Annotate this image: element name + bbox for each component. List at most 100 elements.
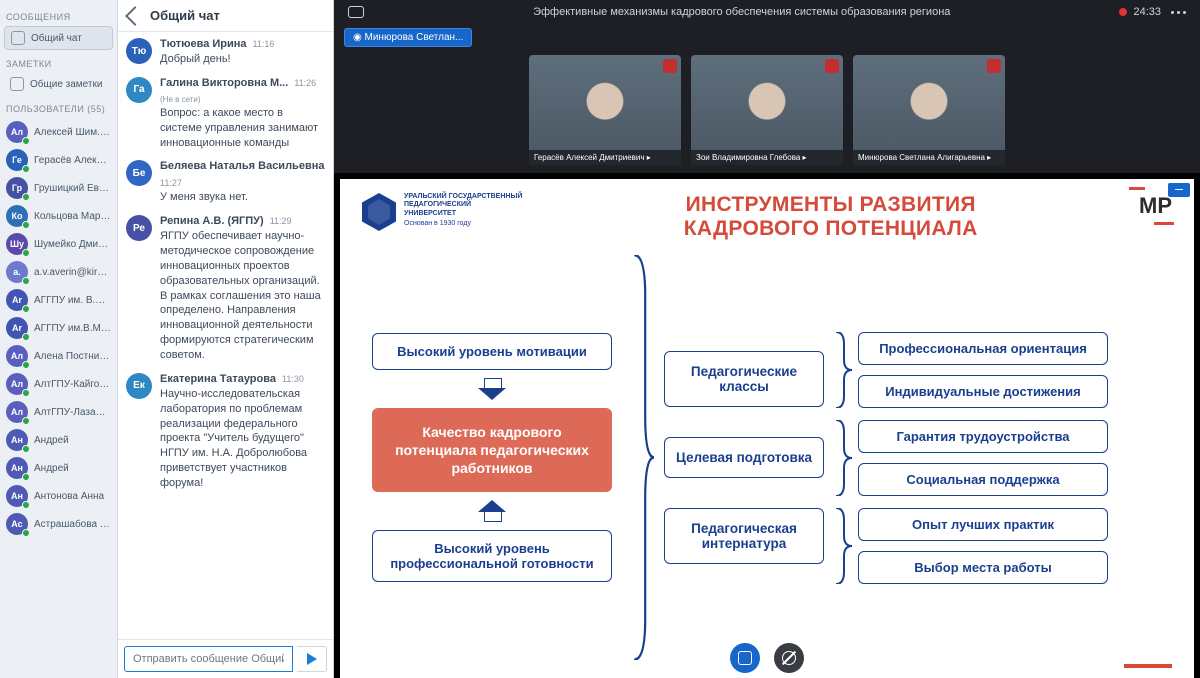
chat-icon bbox=[11, 31, 25, 45]
user-row[interactable]: КоКольцова Мария ... bbox=[4, 202, 113, 230]
user-label: АлтГПУ-Лазаренк... bbox=[34, 407, 111, 418]
participants-icon[interactable] bbox=[348, 6, 364, 18]
user-row[interactable]: АнАнтонова Анна bbox=[4, 482, 113, 510]
more-menu-icon[interactable] bbox=[1171, 11, 1186, 14]
message-author: Беляева Наталья Васильевна bbox=[160, 160, 324, 172]
message-time: 11:29 bbox=[270, 216, 292, 226]
avatar: Тю bbox=[126, 38, 152, 64]
meeting-title: Эффективные механизмы кадрового обеспече… bbox=[364, 6, 1119, 18]
avatar: Ан bbox=[6, 429, 28, 451]
microphone-icon bbox=[738, 651, 752, 665]
user-label: Андрей bbox=[34, 435, 69, 446]
mp-logo: MP bbox=[1139, 193, 1172, 219]
user-row[interactable]: АлАлтГПУ-Кайгород... bbox=[4, 370, 113, 398]
message-author: Галина Викторовна М... bbox=[160, 77, 288, 89]
slide-mid-box: Целевая подготовка bbox=[664, 437, 824, 478]
avatar: Бе bbox=[126, 160, 152, 186]
video-tile[interactable]: Герасёв Алексей Дмитриевич ▸ bbox=[529, 55, 681, 165]
user-row[interactable]: a.a.v.averin@kiro.ru bbox=[4, 258, 113, 286]
message-author: Тютюева Ирина bbox=[160, 38, 247, 50]
meeting-controls bbox=[334, 638, 1200, 678]
message-text: Научно-исследовательская лаборатория по … bbox=[160, 387, 325, 491]
chat-message: ГаГалина Викторовна М...11:26(Нe в сети)… bbox=[126, 77, 325, 151]
microphone-button[interactable] bbox=[730, 643, 760, 673]
rail-heading-notes: ЗАМЕТКИ bbox=[6, 59, 111, 69]
pin-icon[interactable] bbox=[663, 59, 677, 73]
user-row[interactable]: АнАндрей bbox=[4, 454, 113, 482]
recording-indicator: 24:33 bbox=[1119, 6, 1161, 18]
slide-right-box: Гарантия трудоустройства bbox=[858, 420, 1108, 453]
slide-right-box: Выбор места работы bbox=[858, 551, 1108, 584]
avatar: Ан bbox=[6, 485, 28, 507]
brace-icon bbox=[834, 332, 852, 408]
left-nav-rail: СООБЩЕНИЯ Общий чат ЗАМЕТКИ Общие заметк… bbox=[0, 0, 118, 678]
chat-panel: Общий чат ТюТютюева Ирина11:16Добрый ден… bbox=[118, 0, 334, 678]
avatar: Ан bbox=[6, 457, 28, 479]
avatar: Ге bbox=[6, 149, 28, 171]
avatar: Шу bbox=[6, 233, 28, 255]
slide-mid-box: Педагогические классы bbox=[664, 351, 824, 407]
user-row[interactable]: Ал Алена Постникова bbox=[4, 342, 113, 370]
slide-title: ИНСТРУМЕНТЫ РАЗВИТИЯ КАДРОВОГО ПОТЕНЦИАЛ… bbox=[522, 193, 1139, 241]
university-logo-block: Уральский государственный ПЕДАГОГИЧЕСКИЙ… bbox=[362, 193, 522, 231]
avatar: Ал bbox=[6, 401, 28, 423]
rail-item-shared-notes[interactable]: Общие заметки bbox=[4, 73, 113, 95]
message-time: 11:27 bbox=[160, 178, 182, 188]
back-icon[interactable] bbox=[125, 6, 145, 26]
stage-topbar: Эффективные механизмы кадрового обеспече… bbox=[334, 0, 1200, 24]
recording-timer: 24:33 bbox=[1133, 6, 1161, 18]
chat-message: ЕкЕкатерина Татаурова11:30Научно-исследо… bbox=[126, 373, 325, 491]
brace-icon bbox=[834, 420, 852, 496]
meeting-stage: Эффективные механизмы кадрового обеспече… bbox=[334, 0, 1200, 678]
active-speaker-tag[interactable]: ◉ Минюрова Светлан... bbox=[344, 28, 472, 47]
user-label: a.v.averin@kiro.ru bbox=[34, 267, 111, 278]
university-logo-icon bbox=[362, 193, 396, 231]
box-motivation: Высокий уровень мотивации bbox=[372, 333, 612, 370]
avatar: Га bbox=[126, 77, 152, 103]
user-label: Шумейко Дмитри... bbox=[34, 239, 111, 250]
user-label: Алена Постникова bbox=[34, 351, 111, 362]
slide-right-column: Профессиональная ориентация Индивидуальны… bbox=[834, 332, 1108, 584]
user-row[interactable]: ArАГГПУ им. В.М. Ш... bbox=[4, 286, 113, 314]
avatar: Ас bbox=[6, 513, 28, 535]
rail-item-label: Общие заметки bbox=[30, 79, 102, 90]
slide-left-column: Высокий уровень мотивации Качество кадро… bbox=[362, 333, 622, 583]
user-label: Герасёв Алексей ... bbox=[34, 155, 111, 166]
pin-icon[interactable] bbox=[987, 59, 1001, 73]
slide: – Уральский государственный ПЕДАГОГИЧЕСК… bbox=[340, 179, 1194, 678]
user-row[interactable]: Ал Алексей Шим... (Вы) bbox=[4, 118, 113, 146]
chat-input[interactable] bbox=[124, 646, 293, 672]
user-label: Алексей Шим... (Вы) bbox=[34, 127, 111, 138]
message-time: 11:16 bbox=[253, 39, 275, 49]
video-tile[interactable]: Зои Владимировна Глебова ▸ bbox=[691, 55, 843, 165]
slide-right-box: Опыт лучших практик bbox=[858, 508, 1108, 541]
user-row[interactable]: Шу Шумейко Дмитри... bbox=[4, 230, 113, 258]
user-row[interactable]: Ге Герасёв Алексей ... bbox=[4, 146, 113, 174]
box-readiness: Высокий уровень профессиональной готовно… bbox=[372, 530, 612, 582]
chat-input-row bbox=[118, 639, 333, 678]
avatar: Гр bbox=[6, 177, 28, 199]
avatar: Ал bbox=[6, 121, 28, 143]
avatar: Ar bbox=[6, 289, 28, 311]
user-label: АГГПУ им.В.М.Шу... bbox=[34, 323, 111, 334]
pin-icon[interactable] bbox=[825, 59, 839, 73]
user-row[interactable]: АсАстрашабова М... bbox=[4, 510, 113, 538]
rail-item-label: Общий чат bbox=[31, 33, 82, 44]
slide-right-box: Профессиональная ориентация bbox=[858, 332, 1108, 365]
message-time: 11:30 bbox=[282, 374, 304, 384]
notes-icon bbox=[10, 77, 24, 91]
send-button[interactable] bbox=[297, 646, 327, 672]
video-tile[interactable]: Минюрова Светлана Алигарьевна ▸ bbox=[853, 55, 1005, 165]
rail-item-general-chat[interactable]: Общий чат bbox=[4, 26, 113, 50]
camera-off-button[interactable] bbox=[774, 643, 804, 673]
message-text: Вопрос: а какое место в системе управлен… bbox=[160, 106, 325, 151]
user-row[interactable]: Ал АлтГПУ-Лазаренк... bbox=[4, 398, 113, 426]
user-row[interactable]: ArАГГПУ им.В.М.Шу... bbox=[4, 314, 113, 342]
slide-right-box: Индивидуальные достижения bbox=[858, 375, 1108, 408]
avatar: Ре bbox=[126, 215, 152, 241]
avatar: Ал bbox=[6, 345, 28, 367]
user-row[interactable]: ГрГрушицкий Евген... bbox=[4, 174, 113, 202]
uni-line: ПЕДАГОГИЧЕСКИЙ bbox=[404, 201, 522, 209]
user-row[interactable]: Ан Андрей bbox=[4, 426, 113, 454]
uni-founded: Основан в 1930 году bbox=[404, 220, 522, 227]
